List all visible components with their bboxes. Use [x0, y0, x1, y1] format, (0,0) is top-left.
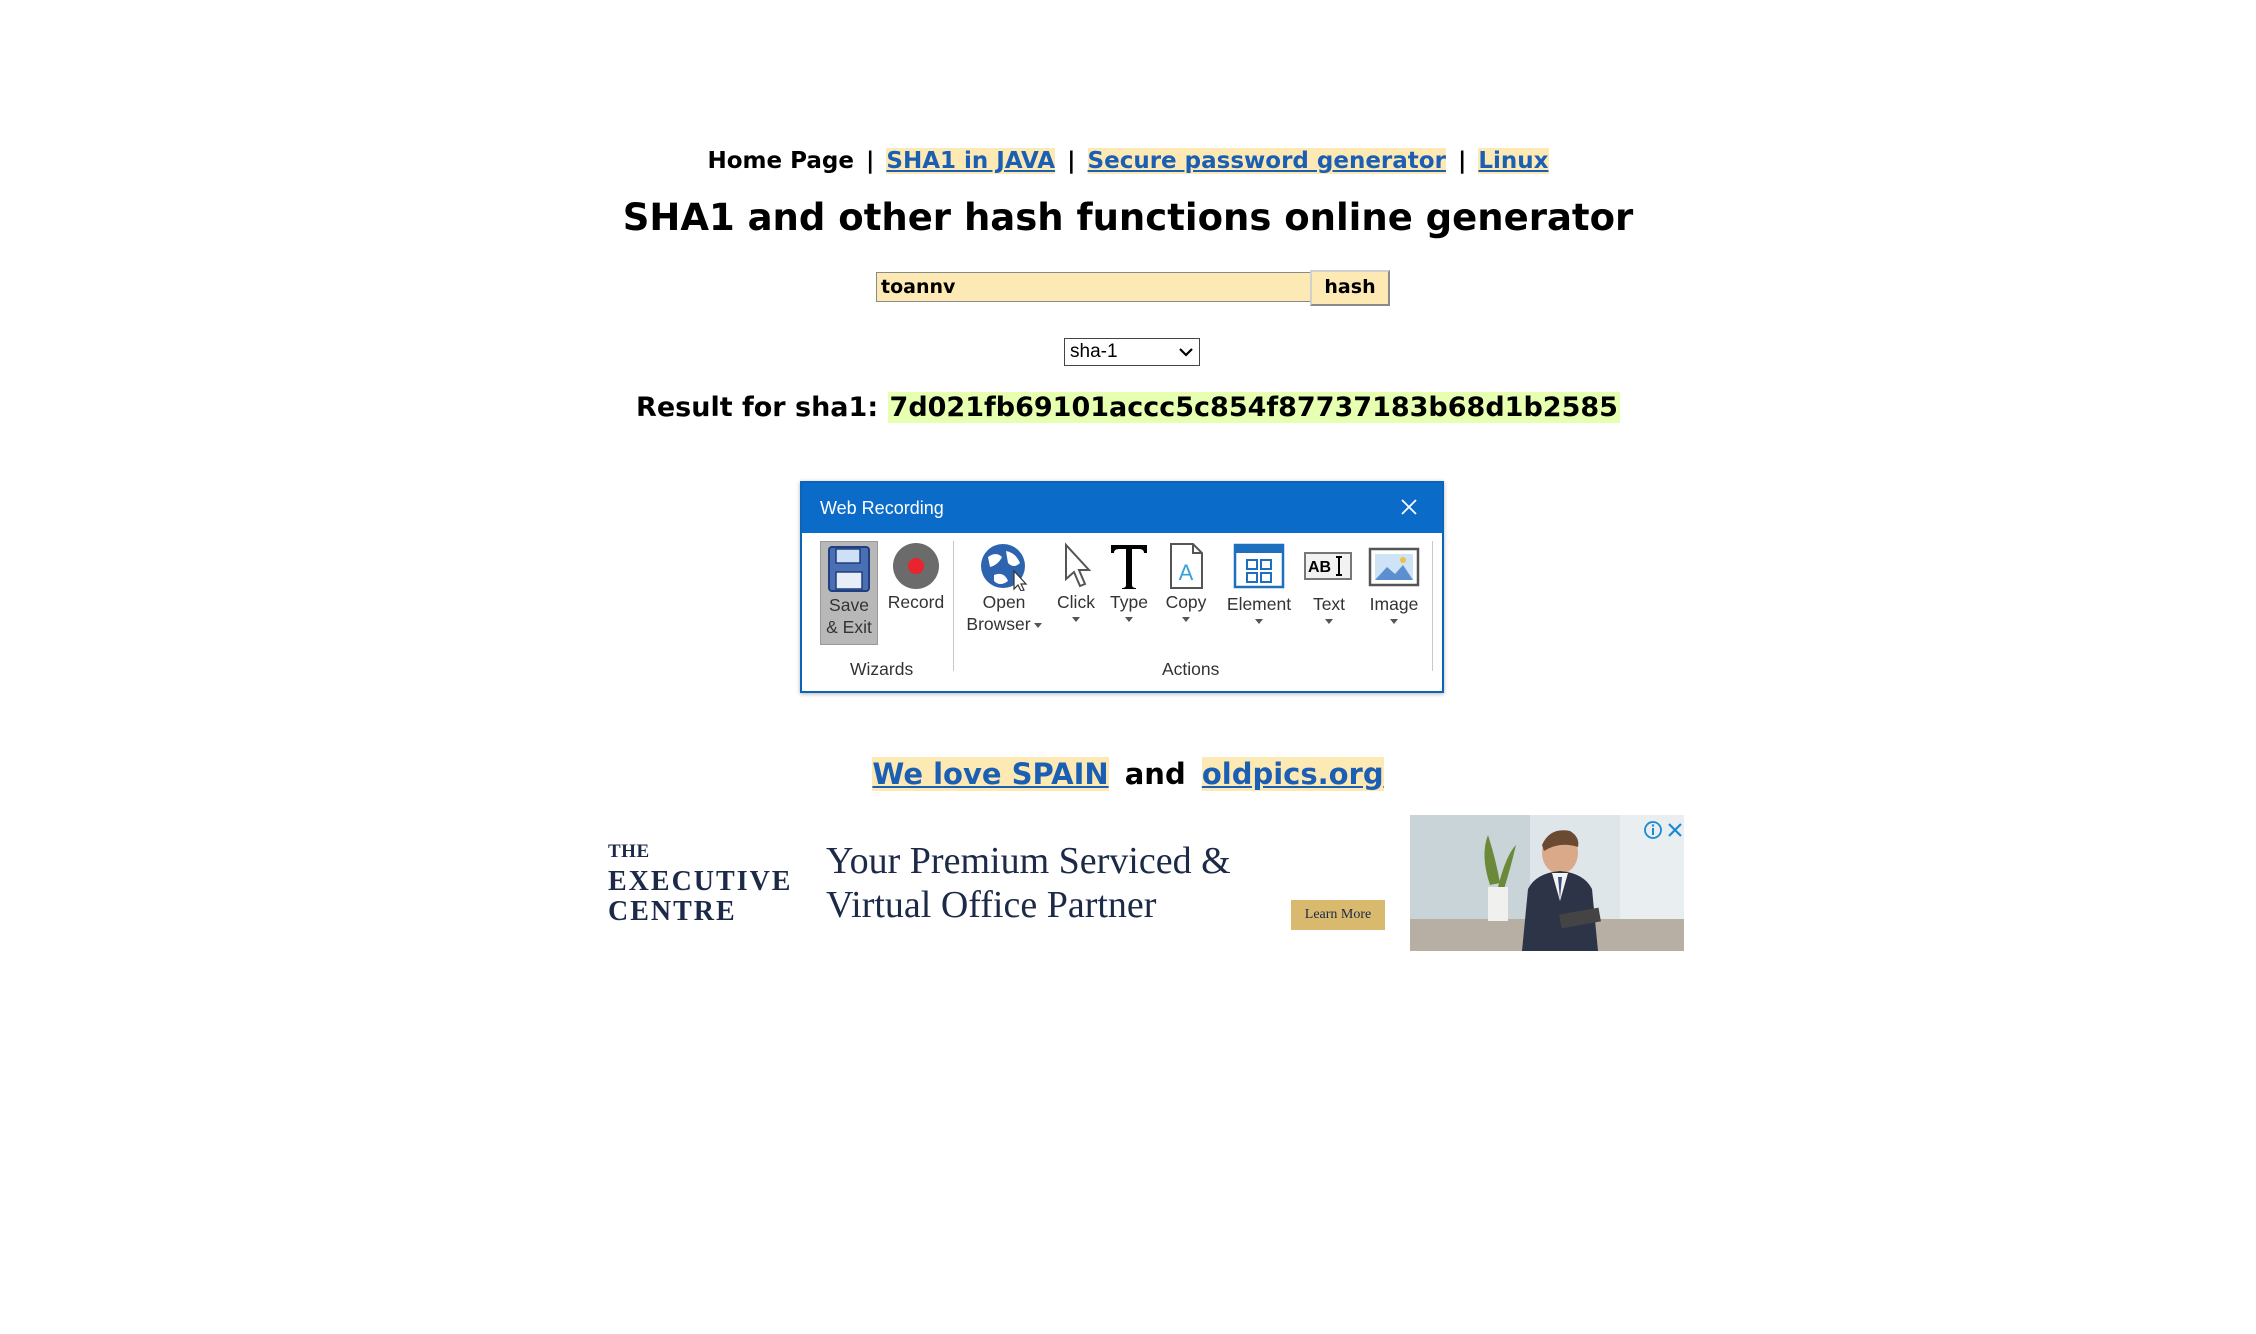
dialog-title: Web Recording [820, 498, 944, 518]
copy-label: Copy [1165, 592, 1207, 612]
copy-icon: A [1170, 543, 1203, 589]
ad-logo-line1: THE [608, 841, 650, 862]
click-label: Click [1057, 592, 1095, 612]
record-button[interactable]: Record [886, 541, 946, 613]
algorithm-select[interactable]: sha-1 [1064, 338, 1200, 366]
secure-password-generator-link[interactable]: Secure password generator [1087, 148, 1446, 174]
top-nav: Home Page | SHA1 in JAVA | Secure passwo… [0, 148, 2256, 174]
algorithm-select-value: sha-1 [1070, 341, 1118, 362]
save-icon [828, 546, 870, 592]
and-text: and [1124, 757, 1186, 791]
sha1-in-java-link[interactable]: SHA1 in JAVA [886, 148, 1056, 174]
oldpics-link[interactable]: oldpics.org [1201, 757, 1384, 791]
chevron-down-icon [1125, 617, 1133, 622]
ad-headline-line1: Your Premium Serviced & [826, 840, 1231, 882]
save-label-line1: Save [829, 595, 869, 615]
chevron-down-icon [1182, 617, 1190, 622]
linux-link[interactable]: Linux [1478, 148, 1549, 174]
text-button[interactable]: AB Text [1302, 541, 1356, 624]
text-icon: AB [1304, 552, 1352, 580]
close-icon[interactable] [1398, 496, 1420, 518]
cursor-icon [1065, 542, 1092, 588]
info-icon[interactable] [1642, 819, 1664, 841]
nav-separator: | [1067, 148, 1076, 174]
web-recording-dialog: Web Recording Save & Exit Record Open Br… [800, 481, 1444, 693]
bottom-links: We love SPAIN and oldpics.org [0, 757, 2256, 791]
nav-separator: | [865, 148, 875, 174]
svg-text:A: A [1179, 560, 1194, 585]
copy-button[interactable]: A Copy [1164, 541, 1208, 622]
we-love-spain-link[interactable]: We love SPAIN [872, 757, 1109, 791]
wizards-group-label: Wizards [850, 659, 914, 679]
ad-banner[interactable]: THE EXECUTIVE CENTRE Your Premium Servic… [604, 815, 1684, 951]
ad-logo: THE EXECUTIVE CENTRE [608, 837, 792, 927]
hash-button[interactable]: hash [1310, 270, 1390, 306]
chevron-down-icon [1179, 348, 1193, 357]
image-button[interactable]: Image [1364, 541, 1424, 624]
type-button[interactable]: Type [1108, 541, 1150, 622]
chevron-down-icon [1255, 619, 1263, 624]
page-title: SHA1 and other hash functions online gen… [622, 196, 1634, 239]
open-browser-button[interactable]: Open Browser [964, 541, 1044, 635]
ad-learn-more-button[interactable]: Learn More [1291, 900, 1385, 930]
text-label: Text [1312, 594, 1346, 614]
chevron-down-icon [1072, 617, 1080, 622]
close-icon[interactable] [1664, 819, 1686, 841]
click-button[interactable]: Click [1056, 541, 1096, 622]
hash-input[interactable]: toannv [876, 272, 1310, 302]
open-browser-label-line1: Open [982, 592, 1026, 612]
actions-group-label: Actions [1162, 659, 1220, 679]
element-label: Element [1226, 594, 1292, 614]
chevron-down-icon [1033, 622, 1042, 628]
ad-logo-line2: EXECUTIVE [608, 866, 793, 897]
svg-text:AB: AB [1308, 559, 1331, 576]
image-label: Image [1369, 594, 1419, 614]
result-label: Result for sha1: [636, 392, 879, 423]
result-line: Result for sha1: 7d021fb69101accc5c854f8… [0, 392, 2256, 423]
chevron-down-icon [1325, 619, 1333, 624]
group-divider [1432, 541, 1433, 671]
chevron-down-icon [1390, 619, 1398, 624]
save-label-line2: & Exit [826, 617, 872, 637]
home-page-label: Home Page [707, 148, 854, 174]
record-label: Record [887, 592, 945, 612]
globe-icon [981, 544, 1028, 591]
ad-headline-line2: Virtual Office Partner [826, 884, 1157, 926]
element-button[interactable]: Element [1224, 541, 1294, 624]
result-hash-value: 7d021fb69101accc5c854f87737183b68d1b2585 [887, 392, 1620, 423]
nav-separator: | [1457, 148, 1467, 174]
element-icon [1233, 543, 1285, 589]
record-icon [893, 543, 939, 589]
type-icon [1111, 545, 1147, 589]
dialog-header: Web Recording [802, 483, 1442, 533]
image-icon [1368, 547, 1420, 587]
open-browser-label-line2: Browser [964, 613, 1044, 635]
group-divider [953, 541, 954, 671]
ad-headline: Your Premium Serviced & Virtual Office P… [826, 839, 1231, 927]
ad-logo-line3: CENTRE [608, 896, 737, 927]
type-label: Type [1110, 592, 1148, 612]
save-exit-button[interactable]: Save & Exit [820, 541, 878, 645]
